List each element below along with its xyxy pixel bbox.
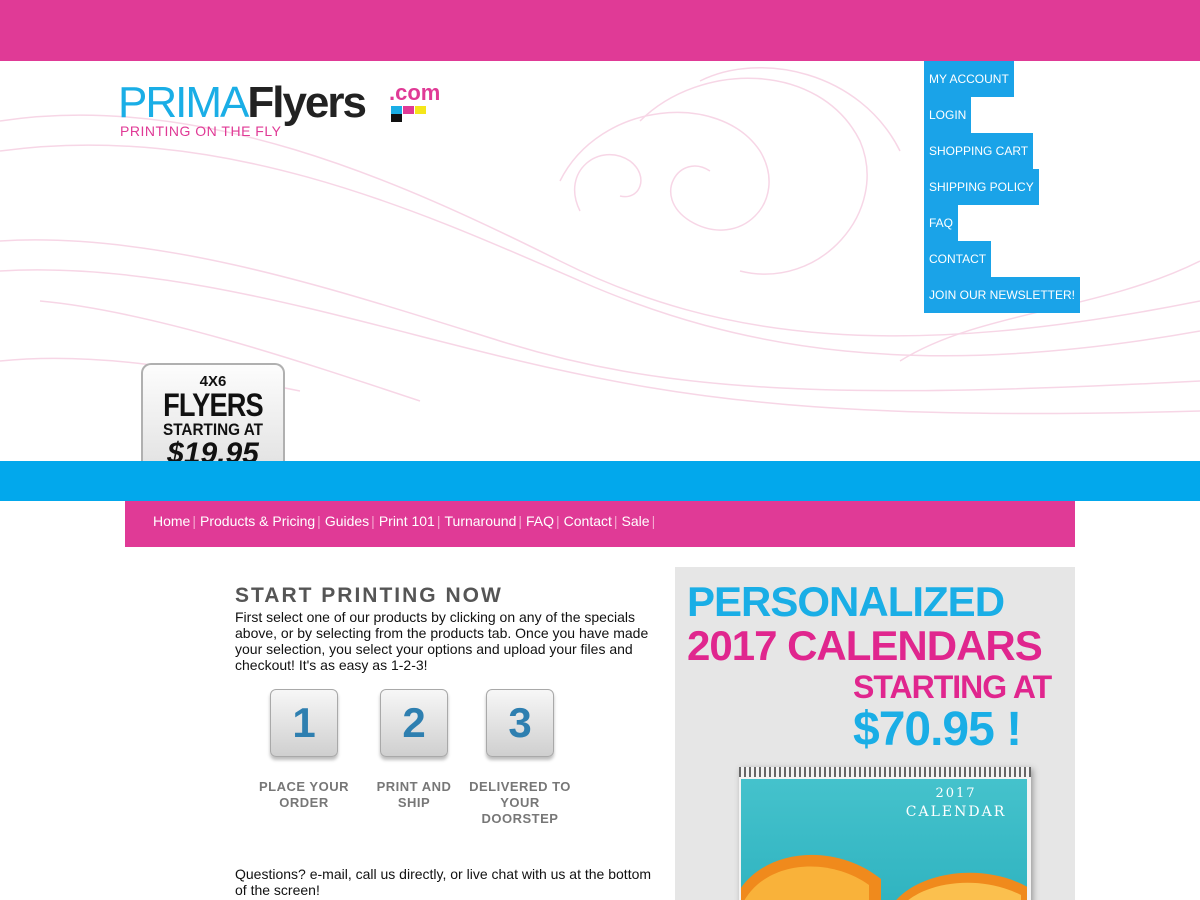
calendar-promo-price: $70.95 ! (853, 703, 1022, 756)
calendar-image: 2017 CALENDAR (739, 767, 1031, 900)
step-2-label: PRINT AND SHIP (359, 779, 469, 811)
intro-text: First select one of our products by clic… (235, 609, 649, 673)
calendar-word: CALENDAR (905, 804, 1007, 820)
nav-separator: | (436, 513, 441, 529)
step-1-label-line2: ORDER (279, 795, 329, 810)
step-2: 2 PRINT AND SHIP (359, 689, 469, 811)
top-accent-bar (0, 0, 1200, 61)
nav-print-101[interactable]: Print 101 (379, 501, 435, 541)
calendar-promo-starting: STARTING AT (853, 669, 1052, 705)
contact-link[interactable]: CONTACT (924, 241, 992, 277)
promo-badge-starting: STARTING AT (162, 420, 264, 439)
nav-separator: | (556, 513, 560, 529)
nav-faq[interactable]: FAQ (526, 501, 554, 541)
step-3-label-line1: DELIVERED TO (469, 779, 571, 794)
cmyk-swatches (391, 106, 437, 122)
promo-badge-price: $19.95 (167, 437, 259, 462)
step-1: 1 PLACE YOUR ORDER (249, 689, 359, 811)
newsletter-link[interactable]: JOIN OUR NEWSLETTER! (924, 277, 1081, 313)
nav-products-pricing[interactable]: Products & Pricing (200, 501, 315, 541)
nav-separator: | (192, 513, 196, 529)
account-nav: MY ACCOUNT LOGIN SHOPPING CART SHIPPING … (924, 61, 1124, 313)
nav-contact[interactable]: Contact (564, 501, 612, 541)
logo-prima: PRIMA (118, 78, 249, 127)
nav-home[interactable]: Home (153, 501, 190, 541)
main-nav: Home | Products & Pricing | Guides | Print 101… (125, 501, 1075, 547)
nav-separator: | (613, 513, 618, 529)
calendar-promo-headline: PERSONALIZED (687, 578, 1005, 625)
site-header: PRIMAFlyers .com PRINTING ON THE FLY MY … (0, 61, 1200, 461)
step-3-label-line2: YOUR DOORSTEP (481, 795, 559, 826)
step-2-label-line1: PRINT AND (376, 779, 452, 794)
logo-domain-suffix: .com (389, 80, 441, 105)
my-account-link[interactable]: MY ACCOUNT (924, 61, 1014, 97)
calendar-promo-banner[interactable]: PERSONALIZED 2017 CALENDARS STARTING AT … (675, 567, 1075, 900)
promo-badge-product: FLYERS (163, 387, 264, 423)
steps-graphic: 1 PLACE YOUR ORDER 2 PRINT AND SHIP 3 DE… (259, 689, 585, 826)
nav-sale[interactable]: Sale (622, 501, 650, 541)
step-1-tile: 1 (270, 689, 338, 757)
nav-separator: | (371, 513, 375, 529)
nav-separator: | (651, 513, 656, 529)
shopping-cart-link[interactable]: SHOPPING CART (924, 133, 1034, 169)
accent-band (0, 461, 1200, 501)
calendar-spiral-binding (739, 767, 1031, 777)
step-1-label-line1: PLACE YOUR (259, 779, 349, 794)
step-3: 3 DELIVERED TO YOUR DOORSTEP (465, 689, 575, 827)
logo-flyers: Flyers (247, 78, 367, 127)
start-printing-title: START PRINTING NOW (235, 584, 503, 607)
logo-wordmark: PRIMAFlyers (118, 78, 367, 127)
calendar-promo-subheadline: 2017 CALENDARS (687, 622, 1043, 669)
calendar-cover: 2017 CALENDAR (741, 779, 1027, 900)
step-3-label: DELIVERED TO YOUR DOORSTEP (465, 779, 575, 827)
faq-link[interactable]: FAQ (924, 205, 959, 241)
nav-guides[interactable]: Guides (325, 501, 369, 541)
step-2-tile: 2 (380, 689, 448, 757)
nav-turnaround[interactable]: Turnaround (445, 501, 517, 541)
nav-separator: | (317, 513, 321, 529)
logo[interactable]: PRIMAFlyers .com PRINTING ON THE FLY (118, 79, 448, 149)
step-3-tile: 3 (486, 689, 554, 757)
shipping-policy-link[interactable]: SHIPPING POLICY (924, 169, 1039, 205)
flyers-promo-badge[interactable]: 4X6 FLYERS STARTING AT $19.95 (141, 363, 285, 461)
logo-tagline: PRINTING ON THE FLY (120, 123, 282, 139)
step-2-label-line2: SHIP (397, 795, 431, 810)
step-1-label: PLACE YOUR ORDER (249, 779, 359, 811)
intro-section: START PRINTING NOW First select one of o… (235, 583, 660, 673)
questions-text: Questions? e-mail, call us directly, or … (235, 866, 652, 898)
nav-separator: | (518, 513, 522, 529)
login-link[interactable]: LOGIN (924, 97, 972, 133)
calendar-year: 2017 (935, 786, 977, 801)
